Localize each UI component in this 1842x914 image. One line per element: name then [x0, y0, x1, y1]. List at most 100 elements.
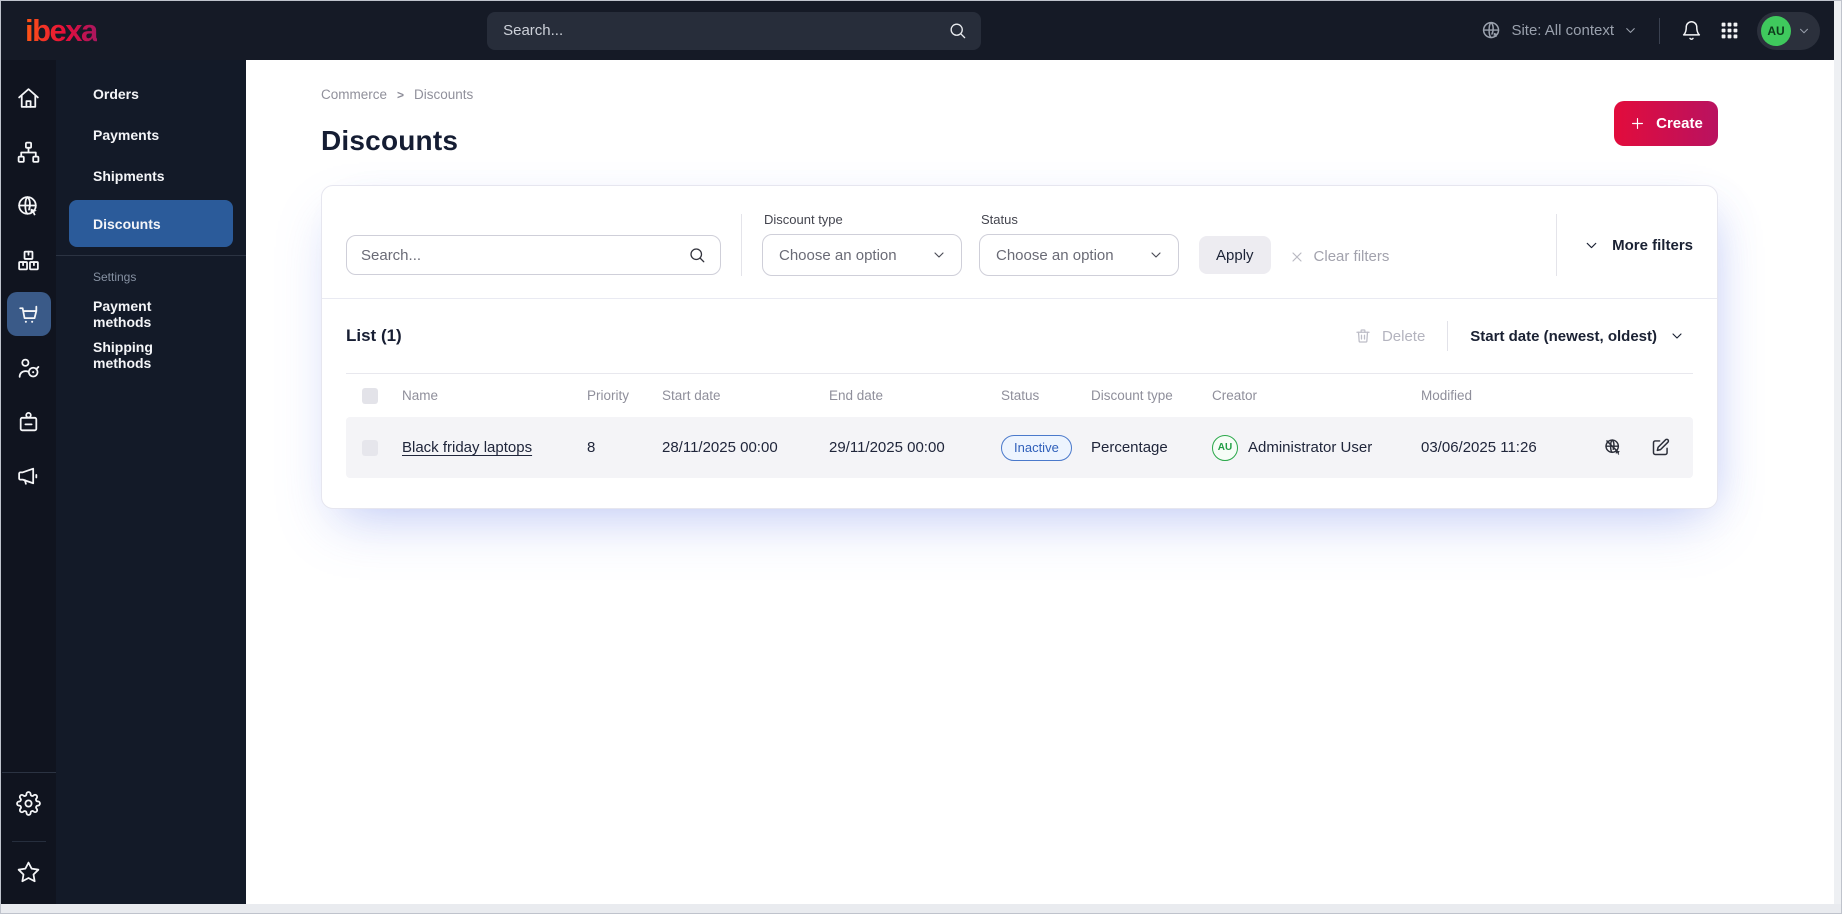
- breadcrumb-commerce[interactable]: Commerce: [321, 87, 387, 102]
- sitemap-icon: [17, 141, 40, 163]
- user-menu[interactable]: AU: [1757, 11, 1820, 50]
- col-creator: Creator: [1212, 388, 1258, 403]
- rail-item-home[interactable]: [7, 76, 51, 120]
- rail-item-customers[interactable]: [7, 346, 51, 390]
- discount-type-label: Discount type: [764, 212, 843, 227]
- filter-search[interactable]: [346, 235, 721, 275]
- rail-divider-short: [11, 841, 46, 842]
- rail-item-jobs[interactable]: [7, 400, 51, 444]
- rail-item-bookmarks[interactable]: [7, 850, 51, 894]
- app-grid-icon[interactable]: [1719, 20, 1740, 41]
- chevron-down-icon: [1672, 333, 1682, 339]
- col-name: Name: [402, 388, 439, 403]
- more-filters-label: More filters: [1612, 236, 1693, 254]
- discount-name-link[interactable]: Black friday laptops: [402, 439, 532, 456]
- rail-item-commerce[interactable]: [6, 292, 51, 336]
- delete-button[interactable]: Delete: [1354, 327, 1425, 345]
- row-end-date: 29/11/2025 00:00: [829, 439, 945, 456]
- topbar-divider: [1659, 17, 1660, 44]
- rail-item-content-tree[interactable]: [7, 130, 51, 174]
- discounts-card: Discount type Choose an option Status Ch…: [321, 185, 1718, 509]
- filters-bar: Discount type Choose an option Status Ch…: [322, 186, 1717, 298]
- site-context-label: Site: All context: [1511, 22, 1614, 39]
- trash-icon: [1356, 329, 1370, 343]
- sidebar-item-label: Payment methods: [93, 298, 152, 330]
- chevron-down-icon: [1151, 252, 1161, 258]
- rail-divider: [1, 772, 56, 773]
- page-header: Commerce > Discounts Create Discounts: [321, 87, 1718, 157]
- site-context-switcher[interactable]: Site: All context: [1481, 20, 1638, 41]
- apply-button[interactable]: Apply: [1199, 236, 1271, 274]
- sidebar-item-label: Discounts: [93, 215, 161, 232]
- sidebar-item-payments[interactable]: Payments: [69, 115, 233, 155]
- sidebar-item-payment-methods[interactable]: Payment methods: [69, 294, 233, 334]
- breadcrumb-discounts[interactable]: Discounts: [414, 87, 473, 102]
- site-globe-icon: [1483, 21, 1500, 39]
- status-select[interactable]: Choose an option: [979, 234, 1179, 276]
- col-status: Status: [1001, 388, 1040, 403]
- row-actions: [1589, 437, 1693, 458]
- breadcrumb-separator: >: [397, 87, 405, 102]
- more-filters-button[interactable]: More filters: [1583, 237, 1693, 254]
- table-row[interactable]: Black friday laptops 8 28/11/2025 00:00 …: [346, 417, 1693, 478]
- rail-item-site[interactable]: [7, 184, 51, 228]
- list-header: List (1) Delete Start date (newest, olde…: [346, 321, 1693, 351]
- sidebar-item-shipments[interactable]: Shipments: [69, 156, 233, 196]
- table-header: Name Priority Start date End date Status…: [346, 373, 1693, 417]
- ibexa-logo[interactable]: ibexa: [25, 15, 98, 46]
- shopping-cart-icon: [19, 305, 38, 323]
- discount-type-filter: Discount type Choose an option: [762, 212, 962, 276]
- creator-name: Administrator User: [1248, 439, 1373, 456]
- global-search-input[interactable]: [503, 22, 949, 39]
- main-content: Commerce > Discounts Create Discounts Di…: [246, 60, 1834, 904]
- select-all-checkbox[interactable]: [362, 387, 378, 404]
- clear-filters-button[interactable]: Clear filters: [1289, 248, 1390, 265]
- status-value: Choose an option: [996, 246, 1114, 264]
- home-icon: [18, 87, 39, 108]
- col-start-date: Start date: [662, 388, 721, 403]
- chevron-down-icon: [1800, 28, 1808, 33]
- sidebar-item-orders[interactable]: Orders: [69, 74, 233, 114]
- icon-rail: [1, 60, 56, 904]
- filter-search-input[interactable]: [361, 246, 688, 264]
- rail-item-marketing[interactable]: [7, 454, 51, 498]
- rail-item-products[interactable]: [7, 238, 51, 282]
- close-icon: [1291, 251, 1302, 262]
- col-modified: Modified: [1421, 388, 1473, 403]
- sidebar-item-label: Shipping methods: [93, 339, 153, 371]
- global-search[interactable]: [487, 11, 982, 50]
- horizontal-scrollbar[interactable]: [1, 904, 1841, 913]
- rail-item-settings[interactable]: [7, 781, 51, 825]
- sidebar-item-discounts[interactable]: Discounts: [69, 200, 233, 247]
- user-avatar: AU: [1761, 15, 1791, 46]
- row-start-date: 28/11/2025 00:00: [662, 439, 778, 456]
- clear-filters-label: Clear filters: [1313, 248, 1390, 265]
- row-creator: AU Administrator User: [1204, 434, 1413, 461]
- create-button-label: Create: [1656, 115, 1703, 132]
- site-visibility-disabled-icon[interactable]: [1603, 437, 1624, 458]
- list-actions-divider: [1447, 321, 1449, 351]
- sidebar-item-label: Shipments: [93, 168, 165, 184]
- chevron-down-icon: [1586, 242, 1597, 248]
- search-icon[interactable]: [688, 246, 706, 264]
- list-title: List (1): [346, 326, 402, 345]
- vertical-scrollbar[interactable]: [1834, 1, 1841, 904]
- list-section: List (1) Delete Start date (newest, olde…: [322, 299, 1717, 508]
- row-modified: 03/06/2025 11:26: [1421, 439, 1537, 456]
- row-discount-type: Percentage: [1091, 439, 1168, 456]
- row-checkbox[interactable]: [362, 439, 378, 456]
- create-button[interactable]: Create: [1614, 101, 1718, 146]
- edit-icon[interactable]: [1650, 437, 1671, 458]
- settings-gear-icon: [16, 790, 41, 816]
- filters-divider: [741, 214, 742, 276]
- sidebar-item-shipping-methods[interactable]: Shipping methods: [69, 335, 233, 375]
- star-icon: [17, 861, 40, 882]
- col-end-date: End date: [829, 388, 884, 403]
- plus-icon: [1632, 117, 1644, 130]
- search-icon[interactable]: [948, 21, 967, 40]
- list-actions: Delete Start date (newest, oldest): [1354, 321, 1693, 351]
- discount-type-select[interactable]: Choose an option: [762, 234, 962, 276]
- status-label: Status: [981, 212, 1018, 227]
- notifications-bell-icon[interactable]: [1681, 20, 1702, 41]
- sort-dropdown[interactable]: Start date (newest, oldest): [1470, 328, 1693, 345]
